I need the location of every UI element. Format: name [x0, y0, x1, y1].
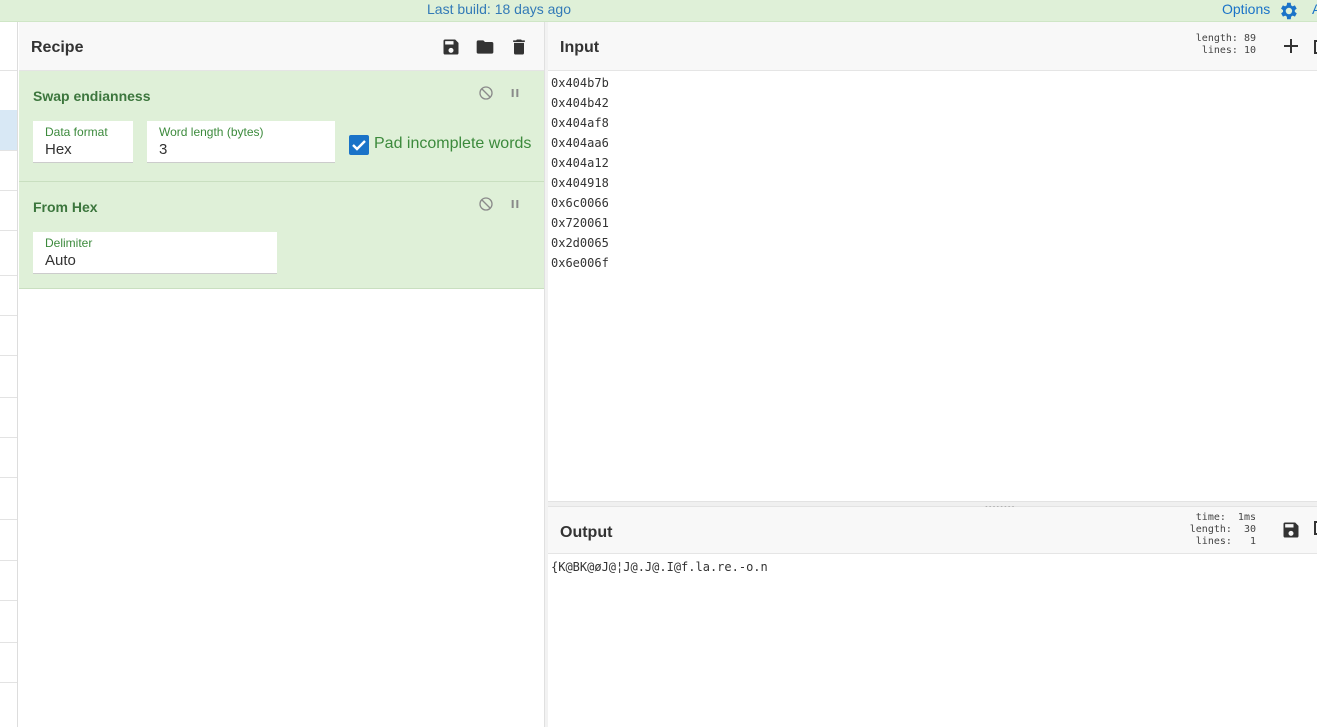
save-recipe-icon[interactable] — [441, 37, 461, 57]
list-divider — [0, 437, 17, 438]
folder-icon[interactable] — [475, 37, 495, 57]
pause-icon[interactable] — [507, 85, 523, 101]
output-textarea[interactable]: {K@BK@øJ@¦J@.J@.I@f.la.re.-o.n — [551, 557, 768, 577]
output-title: Output — [560, 524, 613, 541]
pause-icon[interactable] — [507, 196, 523, 212]
list-divider — [0, 230, 17, 231]
delimiter-select[interactable]: Delimiter Auto — [33, 232, 277, 274]
list-divider — [0, 397, 17, 398]
list-item-selected[interactable] — [0, 110, 17, 150]
last-build-text: Last build: 18 days ago — [427, 1, 571, 17]
data-format-select[interactable]: Data format Hex — [33, 121, 133, 163]
options-link[interactable]: Options — [1222, 1, 1270, 17]
about-link-partial[interactable]: A — [1312, 1, 1317, 17]
input-line: 0x6e006f — [551, 256, 609, 270]
input-line: 0x404b42 — [551, 96, 609, 110]
field-value: Auto — [45, 252, 76, 269]
add-tab-icon[interactable] — [1283, 38, 1299, 54]
output-time: time: 1ms — [1195, 512, 1256, 523]
input-line: 0x2d0065 — [551, 236, 609, 250]
list-divider — [0, 600, 17, 601]
input-line: 0x404aa6 — [551, 136, 609, 150]
list-divider — [0, 682, 17, 683]
top-banner: Last build: 18 days ago Options A — [0, 0, 1317, 22]
input-header: Input length: 89 lines: 10 — [548, 22, 1317, 71]
output-length: length: 30 — [1189, 524, 1256, 535]
list-divider — [0, 519, 17, 520]
operation-swap-endianness[interactable]: Swap endianness Data format Hex Word len… — [19, 71, 544, 182]
operation-title: From Hex — [33, 199, 98, 215]
field-label: Word length (bytes) — [159, 125, 264, 139]
checkbox-label[interactable]: Pad incomplete words — [374, 135, 531, 153]
output-header: Output time: 1ms length: 30 lines: 1 — [548, 507, 1317, 554]
recipe-pane: Recipe Swap endianness Data format Hex W… — [19, 22, 544, 727]
list-divider — [0, 70, 17, 71]
operations-list-partial — [0, 22, 18, 727]
list-divider — [0, 477, 17, 478]
list-divider — [0, 560, 17, 561]
input-lines: lines: 10 — [1201, 45, 1256, 56]
list-divider — [0, 355, 17, 356]
field-label: Data format — [45, 125, 108, 139]
recipe-header: Recipe — [19, 22, 544, 71]
recipe-title: Recipe — [31, 39, 84, 56]
input-line: 0x6c0066 — [551, 196, 609, 210]
input-line: 0x404b7b — [551, 76, 609, 90]
input-stats: length: 89 lines: 10 — [1184, 33, 1256, 57]
input-line: 0x404af8 — [551, 116, 609, 130]
disable-icon[interactable] — [478, 85, 494, 101]
field-label: Delimiter — [45, 236, 93, 250]
input-length: length: 89 — [1195, 33, 1256, 44]
word-length-input[interactable]: Word length (bytes) 3 — [147, 121, 335, 163]
pad-incomplete-words-checkbox[interactable] — [349, 135, 369, 155]
input-textarea[interactable]: 0x404b7b 0x404b42 0x404af8 0x404aa6 0x404a12… — [551, 73, 609, 273]
gear-icon[interactable] — [1277, 0, 1299, 22]
input-line: 0x720061 — [551, 216, 609, 230]
output-lines: lines: 1 — [1195, 536, 1256, 547]
list-divider — [0, 275, 17, 276]
field-value: 3 — [159, 141, 168, 158]
input-line: 0x404918 — [551, 176, 609, 190]
list-divider — [0, 150, 17, 151]
list-divider — [0, 642, 17, 643]
input-pane: Input length: 89 lines: 10 0x404b7b 0x404… — [548, 22, 1317, 501]
save-output-icon[interactable] — [1281, 520, 1301, 540]
check-icon — [352, 140, 366, 151]
operation-title: Swap endianness — [33, 88, 151, 104]
output-stats: time: 1ms length: 30 lines: 1 — [1178, 512, 1256, 548]
list-divider — [0, 315, 17, 316]
operation-from-hex[interactable]: From Hex Delimiter Auto — [19, 182, 544, 289]
trash-icon[interactable] — [509, 37, 529, 57]
list-divider — [0, 190, 17, 191]
disable-icon[interactable] — [478, 196, 494, 212]
field-value: Hex — [45, 141, 72, 158]
output-pane: Output time: 1ms length: 30 lines: 1 {K@… — [548, 507, 1317, 727]
input-line: 0x404a12 — [551, 156, 609, 170]
input-title: Input — [560, 39, 600, 56]
